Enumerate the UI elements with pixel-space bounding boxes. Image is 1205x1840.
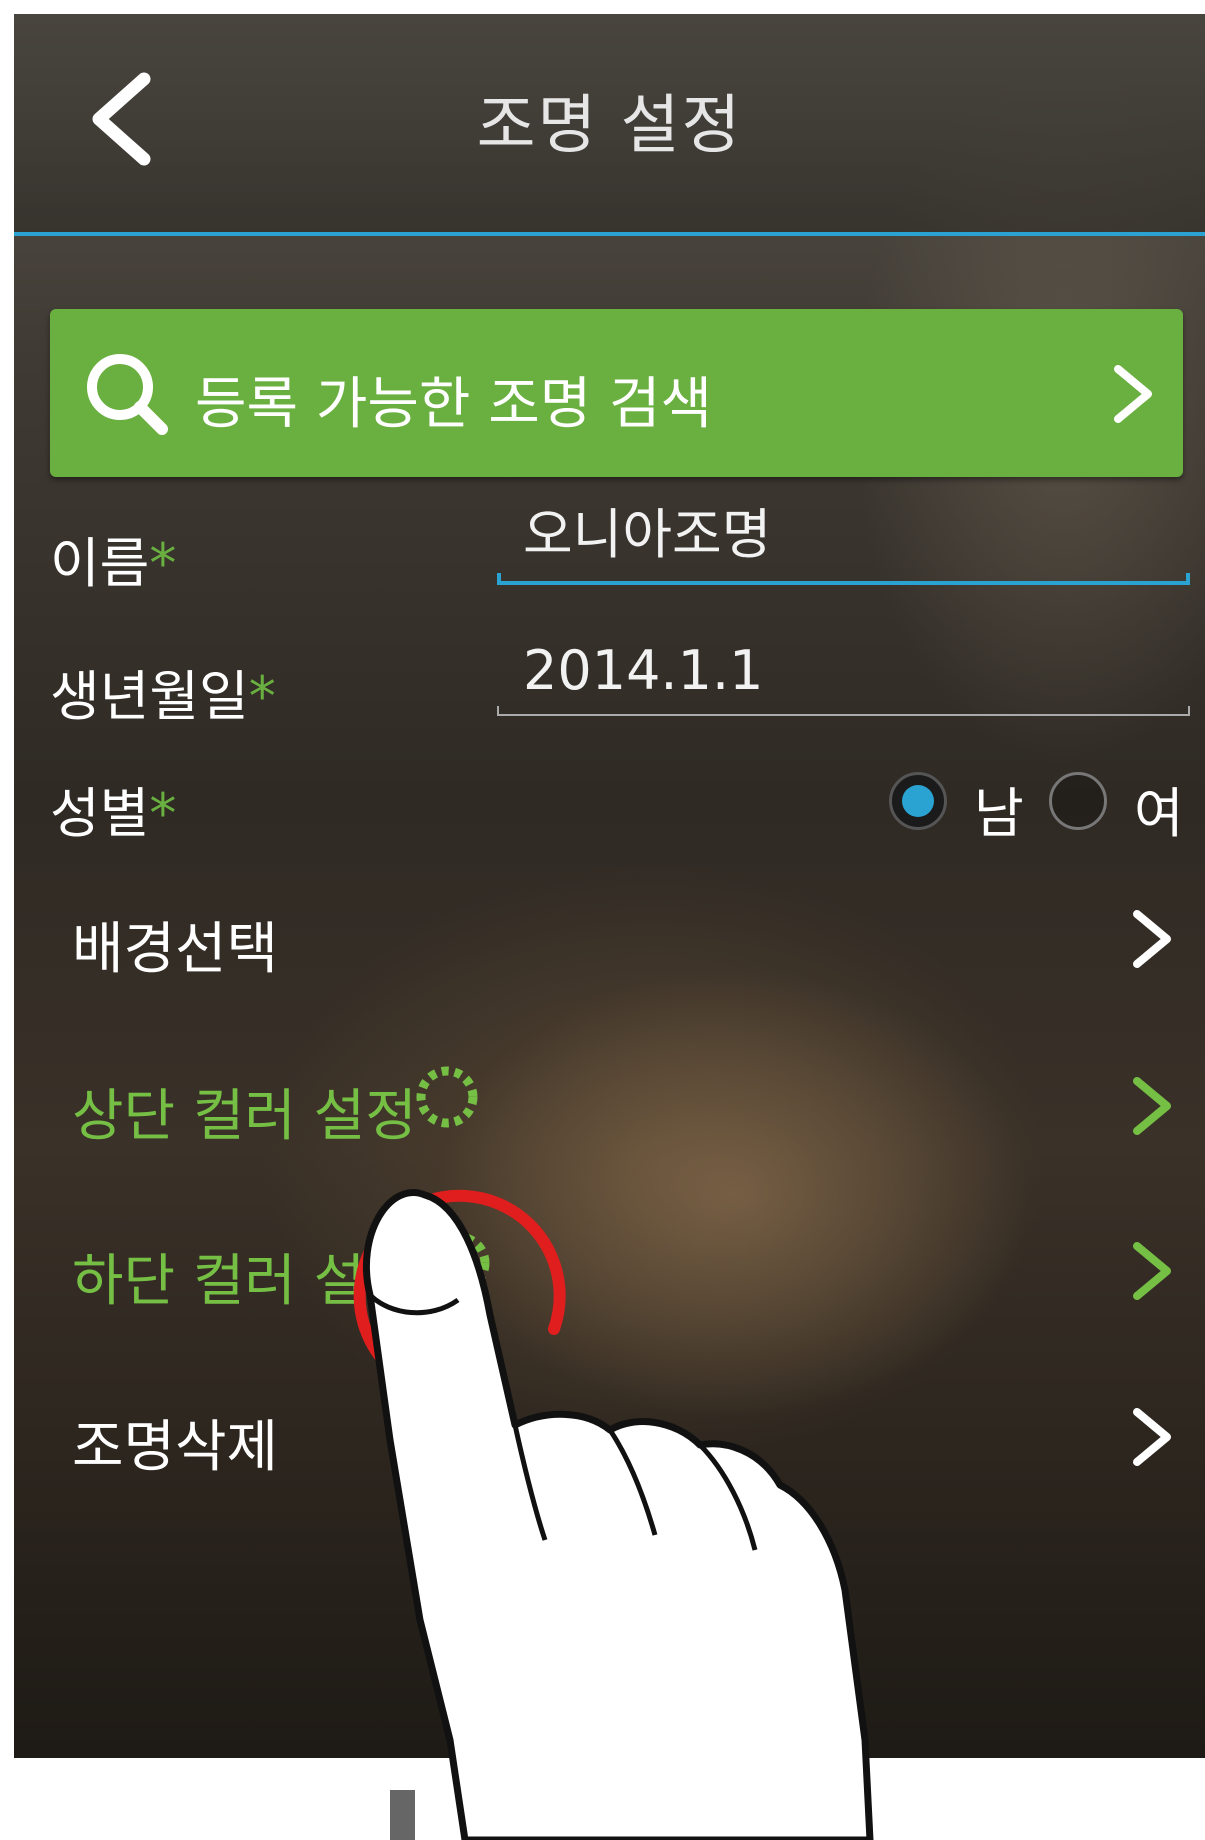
- pointing-hand-icon: [362, 1189, 874, 1840]
- gender-label: 성별*: [50, 769, 176, 848]
- background-select-label: 배경선택: [72, 917, 279, 982]
- birth-value: 2014.1.1: [523, 639, 764, 702]
- required-mark: *: [149, 532, 177, 595]
- color-ring-icon: [416, 1066, 478, 1128]
- gender-female-radio[interactable]: [1049, 772, 1107, 830]
- gender-male-radio[interactable]: [889, 772, 947, 830]
- birthdate-field[interactable]: 2014.1.1: [497, 639, 1190, 716]
- chevron-right-icon: [1133, 1408, 1171, 1466]
- chevron-right-icon: [1133, 910, 1171, 968]
- required-mark: *: [149, 782, 177, 845]
- header-divider: [14, 232, 1205, 236]
- header-bar: 조명 설정: [14, 14, 1205, 234]
- gender-male-label[interactable]: 남: [974, 769, 1024, 848]
- name-field[interactable]: 오니아조명: [497, 503, 1190, 585]
- radio-selected-dot: [902, 785, 934, 817]
- search-icon: [87, 354, 168, 435]
- search-lights-button[interactable]: 등록 가능한 조명 검색: [50, 309, 1183, 477]
- birth-label-text: 생년월일: [50, 665, 249, 728]
- gender-female-label[interactable]: 여: [1134, 769, 1184, 848]
- birth-label: 생년월일*: [50, 652, 276, 731]
- gender-label-text: 성별: [50, 782, 150, 845]
- chevron-right-icon: [1114, 365, 1152, 423]
- delete-light-label: 조명삭제: [72, 1415, 279, 1480]
- name-value: 오니아조명: [523, 503, 772, 566]
- page-title: 조명 설정: [476, 89, 743, 163]
- search-label: 등록 가능한 조명 검색: [195, 372, 713, 437]
- name-label-text: 이름: [50, 532, 150, 595]
- chevron-right-icon: [1133, 1077, 1171, 1135]
- required-mark: *: [248, 665, 276, 728]
- chevron-right-icon: [1133, 1242, 1171, 1300]
- name-label: 이름*: [50, 519, 176, 598]
